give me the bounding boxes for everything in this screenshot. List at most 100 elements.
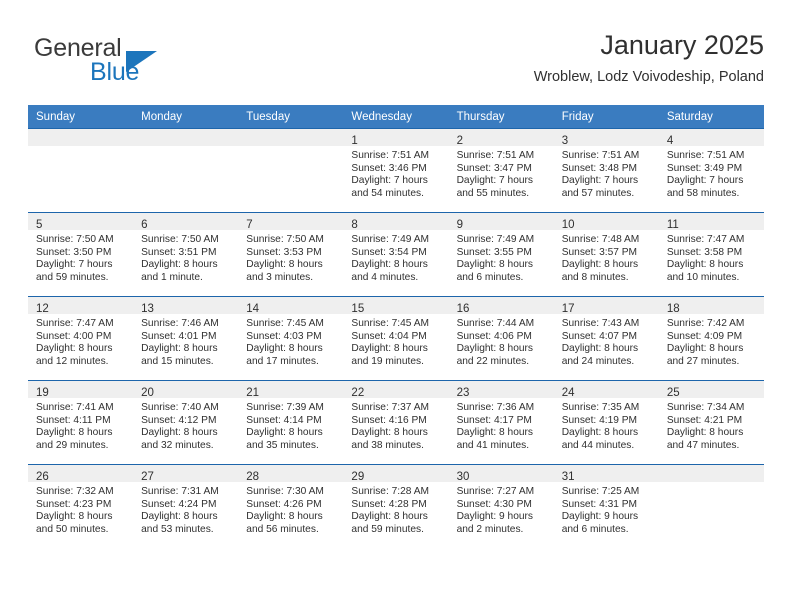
day-details: Sunrise: 7:31 AM Sunset: 4:24 PM Daylight:… — [133, 482, 239, 546]
calendar-day-cell[interactable]: 25 Sunrise: 7:34 AM Sunset: 4:21 PM Dayligh… — [658, 380, 764, 465]
day-detail-line: and 24 minutes. — [561, 355, 635, 367]
day-detail-line: Sunrise: 7:47 AM — [666, 234, 745, 245]
day-detail-line: and 32 minutes. — [141, 439, 214, 451]
calendar-day-cell[interactable]: 18 Sunrise: 7:42 AM Sunset: 4:09 PM Dayligh… — [658, 296, 764, 381]
calendar-empty-cell — [658, 464, 764, 548]
day-detail-line: Sunrise: 7:41 AM — [36, 402, 114, 413]
day-detail-line: Sunrise: 7:51 AM — [351, 150, 430, 161]
calendar-day-cell[interactable]: 15 Sunrise: 7:45 AM Sunset: 4:04 PM Dayligh… — [343, 296, 449, 381]
day-number: 5 — [36, 219, 43, 231]
calendar-body: 1 Sunrise: 7:51 AM Sunset: 3:46 PM Daylight… — [28, 128, 764, 548]
calendar-day-cell[interactable]: 3 Sunrise: 7:51 AM Sunset: 3:48 PM Daylight… — [553, 128, 659, 213]
day-number-strip — [658, 465, 764, 482]
day-number-strip: 27 — [133, 465, 239, 483]
calendar-day-cell[interactable]: 5 Sunrise: 7:50 AM Sunset: 3:50 PM Daylight… — [28, 212, 134, 297]
calendar-day-cell[interactable]: 28 Sunrise: 7:30 AM Sunset: 4:26 PM Dayligh… — [238, 464, 344, 548]
calendar-day-cell[interactable]: 19 Sunrise: 7:41 AM Sunset: 4:11 PM Dayligh… — [28, 380, 134, 465]
calendar-week-row: 19 Sunrise: 7:41 AM Sunset: 4:11 PM Dayligh… — [28, 380, 764, 465]
day-detail-line: Daylight: 7 hours — [351, 175, 428, 187]
calendar-day-cell[interactable]: 26 Sunrise: 7:32 AM Sunset: 4:23 PM Dayligh… — [28, 464, 134, 548]
calendar-day-cell[interactable]: 21 Sunrise: 7:39 AM Sunset: 4:14 PM Dayligh… — [238, 380, 344, 465]
day-detail-line: Daylight: 8 hours — [456, 259, 534, 271]
day-detail-line: and 35 minutes. — [246, 439, 319, 451]
day-details: Sunrise: 7:27 AM Sunset: 4:30 PM Daylight:… — [448, 482, 554, 546]
calendar-day-cell[interactable]: 7 Sunrise: 7:50 AM Sunset: 3:53 PM Daylight… — [238, 212, 344, 297]
calendar-empty-cell — [238, 128, 344, 213]
day-details: Sunrise: 7:51 AM Sunset: 3:47 PM Daylight:… — [448, 146, 554, 210]
calendar-week-row: 1 Sunrise: 7:51 AM Sunset: 3:46 PM Daylight… — [28, 128, 764, 213]
day-details: Sunrise: 7:25 AM Sunset: 4:31 PM Daylight:… — [553, 482, 659, 546]
day-details: Sunrise: 7:44 AM Sunset: 4:06 PM Daylight:… — [448, 314, 554, 378]
calendar-day-cell[interactable]: 6 Sunrise: 7:50 AM Sunset: 3:51 PM Daylight… — [133, 212, 239, 297]
calendar-day-cell[interactable]: 4 Sunrise: 7:51 AM Sunset: 3:49 PM Daylight… — [658, 128, 764, 213]
calendar-day-cell[interactable]: 24 Sunrise: 7:35 AM Sunset: 4:19 PM Dayligh… — [553, 380, 659, 465]
calendar-day-cell[interactable]: 13 Sunrise: 7:46 AM Sunset: 4:01 PM Dayligh… — [133, 296, 239, 381]
day-detail-line: and 55 minutes. — [456, 187, 530, 199]
calendar-day-cell[interactable]: 1 Sunrise: 7:51 AM Sunset: 3:46 PM Daylight… — [343, 128, 449, 213]
day-number: 17 — [561, 303, 575, 315]
day-detail-line: and 12 minutes. — [36, 355, 109, 367]
day-details: Sunrise: 7:35 AM Sunset: 4:19 PM Daylight:… — [553, 398, 659, 462]
day-details: Sunrise: 7:47 AM Sunset: 4:00 PM Daylight:… — [28, 314, 134, 378]
calendar-table: Sunday Monday Tuesday Wednesday Thursday… — [28, 105, 764, 548]
day-detail-line: Sunset: 4:07 PM — [561, 330, 638, 342]
day-detail-line: Sunset: 3:57 PM — [561, 246, 638, 258]
calendar-day-cell[interactable]: 23 Sunrise: 7:36 AM Sunset: 4:17 PM Dayligh… — [448, 380, 554, 465]
day-detail-line: and 10 minutes. — [666, 271, 740, 283]
day-detail-line: Daylight: 7 hours — [36, 259, 113, 271]
day-number-strip: 11 — [658, 213, 764, 231]
day-detail-line: Sunset: 4:28 PM — [351, 498, 427, 510]
calendar-day-cell[interactable]: 10 Sunrise: 7:48 AM Sunset: 3:57 PM Dayligh… — [553, 212, 659, 297]
day-detail-line: Daylight: 8 hours — [36, 343, 113, 355]
calendar-day-cell[interactable]: 30 Sunrise: 7:27 AM Sunset: 4:30 PM Dayligh… — [448, 464, 554, 548]
day-detail-line: Sunset: 3:50 PM — [36, 246, 112, 258]
calendar-page: General Blue January 2025 Wroblew, Lodz … — [0, 0, 792, 612]
calendar-day-cell[interactable]: 11 Sunrise: 7:47 AM Sunset: 3:58 PM Dayligh… — [658, 212, 764, 297]
day-detail-line: Daylight: 8 hours — [351, 259, 428, 271]
day-number-strip: 10 — [553, 213, 659, 231]
day-detail-line: Daylight: 8 hours — [141, 259, 218, 271]
day-detail-line: Sunrise: 7:51 AM — [666, 150, 745, 161]
calendar-day-cell[interactable]: 8 Sunrise: 7:49 AM Sunset: 3:54 PM Daylight… — [343, 212, 449, 297]
day-detail-line: Daylight: 9 hours — [561, 511, 639, 523]
general-blue-logo: General Blue — [28, 34, 258, 92]
weekday-header-row: Sunday Monday Tuesday Wednesday Thursday… — [28, 105, 764, 129]
calendar-day-cell[interactable]: 16 Sunrise: 7:44 AM Sunset: 4:06 PM Dayligh… — [448, 296, 554, 381]
day-detail-line: Sunrise: 7:25 AM — [561, 486, 640, 497]
day-detail-line: Sunrise: 7:28 AM — [351, 486, 430, 497]
day-detail-line: Sunrise: 7:42 AM — [666, 318, 745, 329]
day-number-strip: 5 — [28, 213, 134, 231]
weekday-header-wednesday: Wednesday — [343, 105, 449, 129]
calendar-day-cell[interactable]: 31 Sunrise: 7:25 AM Sunset: 4:31 PM Dayligh… — [553, 464, 659, 548]
day-number-strip: 29 — [343, 465, 449, 483]
calendar-day-cell[interactable]: 20 Sunrise: 7:40 AM Sunset: 4:12 PM Dayligh… — [133, 380, 239, 465]
calendar-day-cell[interactable]: 29 Sunrise: 7:28 AM Sunset: 4:28 PM Dayligh… — [343, 464, 449, 548]
day-number: 1 — [351, 135, 358, 147]
calendar-day-cell[interactable]: 22 Sunrise: 7:37 AM Sunset: 4:16 PM Dayligh… — [343, 380, 449, 465]
day-detail-line: Daylight: 8 hours — [666, 259, 744, 271]
day-detail-line: Daylight: 8 hours — [36, 511, 113, 523]
day-details: Sunrise: 7:45 AM Sunset: 4:03 PM Daylight:… — [238, 314, 344, 378]
day-detail-line: Sunset: 3:48 PM — [561, 162, 638, 174]
day-number-strip: 12 — [28, 297, 134, 315]
day-details: Sunrise: 7:50 AM Sunset: 3:50 PM Daylight:… — [28, 230, 134, 294]
day-detail-line: Sunset: 4:19 PM — [561, 414, 638, 426]
day-detail-line: Sunrise: 7:48 AM — [561, 234, 640, 245]
calendar-day-cell[interactable]: 9 Sunrise: 7:49 AM Sunset: 3:55 PM Daylight… — [448, 212, 554, 297]
calendar-day-cell[interactable]: 17 Sunrise: 7:43 AM Sunset: 4:07 PM Dayligh… — [553, 296, 659, 381]
day-details: Sunrise: 7:51 AM Sunset: 3:49 PM Daylight:… — [658, 146, 764, 210]
calendar-day-cell[interactable]: 14 Sunrise: 7:45 AM Sunset: 4:03 PM Dayligh… — [238, 296, 344, 381]
day-detail-line: Sunset: 4:06 PM — [456, 330, 532, 342]
day-detail-line: Sunset: 3:55 PM — [456, 246, 532, 258]
calendar-empty-cell — [133, 128, 239, 213]
day-detail-line: Daylight: 8 hours — [666, 427, 744, 439]
calendar-day-cell[interactable]: 2 Sunrise: 7:51 AM Sunset: 3:47 PM Daylight… — [448, 128, 554, 213]
day-number-strip: 9 — [448, 213, 554, 231]
calendar-day-cell[interactable]: 27 Sunrise: 7:31 AM Sunset: 4:24 PM Dayligh… — [133, 464, 239, 548]
day-number: 31 — [561, 471, 575, 483]
day-detail-line: Sunset: 3:49 PM — [666, 162, 743, 174]
day-detail-line: and 50 minutes. — [36, 523, 109, 535]
calendar-day-cell[interactable]: 12 Sunrise: 7:47 AM Sunset: 4:00 PM Dayligh… — [28, 296, 134, 381]
day-details: Sunrise: 7:37 AM Sunset: 4:16 PM Daylight:… — [343, 398, 449, 462]
day-number: 20 — [141, 387, 154, 399]
